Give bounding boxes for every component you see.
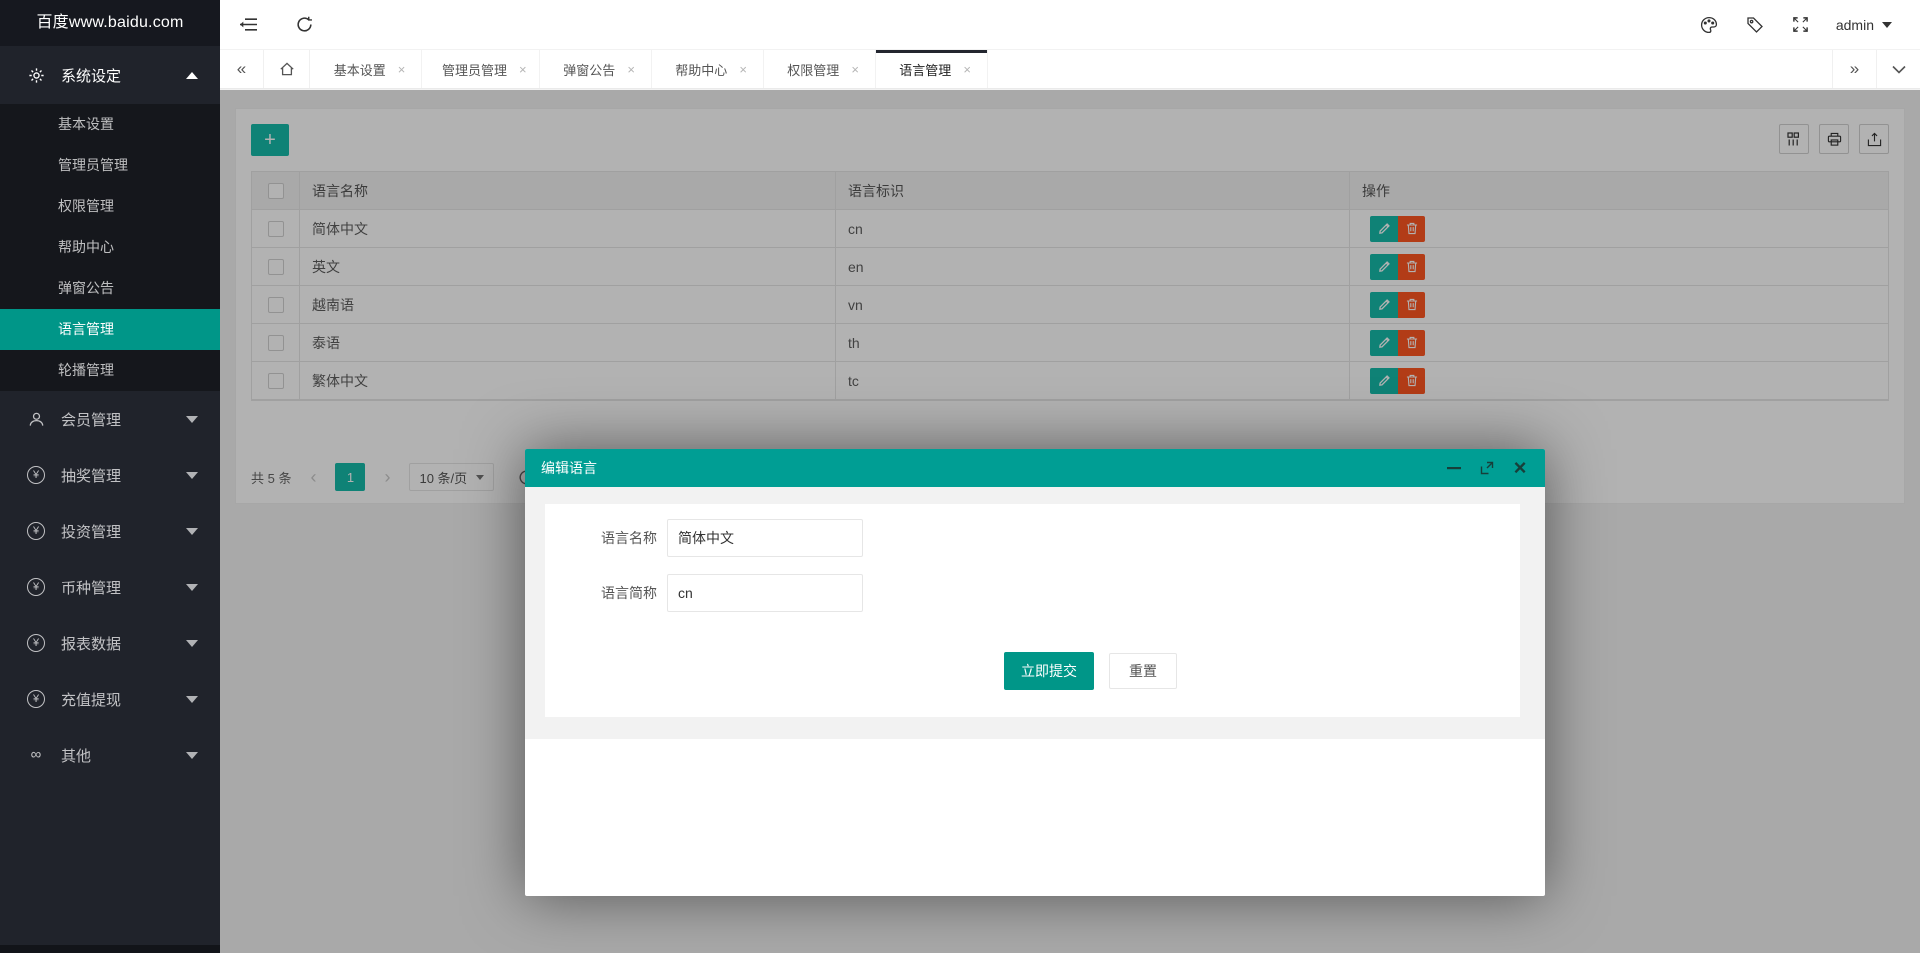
- sidebar-group-lottery[interactable]: ¥ 抽奖管理: [0, 447, 220, 503]
- user-menu[interactable]: admin: [1824, 0, 1920, 50]
- topbar: admin: [220, 0, 1920, 50]
- minimize-icon[interactable]: [1445, 459, 1463, 477]
- language-code-label: 语言简称: [601, 585, 657, 601]
- close-icon[interactable]: ×: [851, 62, 859, 77]
- sidebar-group-label: 报表数据: [61, 635, 122, 653]
- edit-language-form: 语言名称 语言简称 立即提交 重置: [545, 504, 1520, 717]
- tab-help-center[interactable]: 帮助中心 ×: [652, 50, 764, 88]
- tab-language-management[interactable]: 语言管理 ×: [875, 50, 988, 88]
- yen-icon: ¥: [26, 578, 46, 596]
- tabbar-right-controls: »: [1832, 50, 1920, 88]
- caret-down-icon: [186, 471, 198, 479]
- refresh-icon[interactable]: [276, 0, 332, 50]
- username: admin: [1835, 16, 1874, 33]
- sidebar-group-other[interactable]: ∞ 其他: [0, 727, 220, 783]
- sidebar-item-help-center[interactable]: 帮助中心: [0, 227, 220, 268]
- sidebar-item-language-management[interactable]: 语言管理: [0, 309, 220, 350]
- tab-label: 管理员管理: [442, 62, 508, 78]
- sidebar-item-carousel-management[interactable]: 轮播管理: [0, 350, 220, 391]
- gear-icon: [26, 67, 46, 84]
- sidebar-item-admin-management[interactable]: 管理员管理: [0, 145, 220, 186]
- sidebar-item-basic-settings[interactable]: 基本设置: [0, 104, 220, 145]
- content-area: + 语言名称 语言标识 操作 简体中文 cn 英文 en 越南语 vn 泰语 t…: [220, 90, 1920, 953]
- caret-down-icon: [186, 527, 198, 535]
- modal-controls: ×: [1445, 457, 1529, 479]
- modal-title: 编辑语言: [541, 460, 597, 476]
- close-icon[interactable]: ×: [739, 62, 747, 77]
- sidebar-group-investment[interactable]: ¥ 投资管理: [0, 503, 220, 559]
- app-logo: 百度www.baidu.com: [0, 0, 220, 46]
- sidebar-item-permission-management[interactable]: 权限管理: [0, 186, 220, 227]
- sidebar-group-label: 币种管理: [61, 579, 122, 597]
- modal-body: 语言名称 语言简称 立即提交 重置: [525, 487, 1545, 739]
- caret-down-icon: [186, 695, 198, 703]
- tabbar: « 基本设置 × 管理员管理 × 弹窗公告 × 帮助中心 × 权限管理 × 语言…: [220, 50, 1920, 89]
- language-code-input[interactable]: [667, 574, 863, 612]
- edit-language-modal: 编辑语言 × 语言名称 语言简称 立即提交 重置: [525, 449, 1545, 896]
- home-tab[interactable]: [264, 50, 310, 88]
- caret-down-icon: [186, 639, 198, 647]
- topbar-right: admin: [1686, 0, 1920, 50]
- tab-label: 弹窗公告: [563, 62, 616, 78]
- yen-icon: ¥: [26, 634, 46, 652]
- close-icon[interactable]: ×: [519, 62, 527, 77]
- language-name-input[interactable]: [667, 519, 863, 557]
- sidebar-group-currency[interactable]: ¥ 币种管理: [0, 559, 220, 615]
- tab-popup-notice[interactable]: 弹窗公告 ×: [540, 50, 652, 88]
- sidebar-group-label: 系统设定: [61, 67, 122, 85]
- infinity-icon: ∞: [30, 746, 42, 763]
- tab-admin-management[interactable]: 管理员管理 ×: [422, 50, 540, 88]
- modal-header[interactable]: 编辑语言 ×: [525, 449, 1545, 487]
- theme-palette-icon[interactable]: [1686, 0, 1732, 50]
- sidebar-footer: [0, 945, 220, 953]
- maximize-icon[interactable]: [1478, 459, 1496, 477]
- tabs-scroll-right-icon[interactable]: »: [1832, 50, 1876, 88]
- close-icon[interactable]: ×: [1511, 457, 1529, 479]
- user-icon: [26, 411, 46, 428]
- close-icon[interactable]: ×: [963, 62, 971, 77]
- tab-label: 语言管理: [899, 62, 952, 78]
- tab-label: 帮助中心: [675, 62, 728, 78]
- collapse-menu-icon[interactable]: [220, 0, 276, 50]
- tab-label: 基本设置: [333, 62, 386, 78]
- sidebar-group-reports[interactable]: ¥ 报表数据: [0, 615, 220, 671]
- tab-label: 权限管理: [787, 62, 840, 78]
- caret-down-icon: [186, 583, 198, 591]
- sidebar-group-deposit-withdraw[interactable]: ¥ 充值提现: [0, 671, 220, 727]
- yen-icon: ¥: [26, 690, 46, 708]
- tabs-scroll-left-icon[interactable]: «: [220, 50, 264, 88]
- tab-permission-management[interactable]: 权限管理 ×: [764, 50, 876, 88]
- close-icon[interactable]: ×: [398, 62, 406, 77]
- tab-basic-settings[interactable]: 基本设置 ×: [310, 50, 422, 88]
- sidebar-group-label: 抽奖管理: [61, 467, 122, 485]
- home-icon: [279, 62, 294, 76]
- reset-button[interactable]: 重置: [1109, 653, 1177, 689]
- sidebar-group-label: 充值提现: [61, 691, 122, 709]
- sidebar: 百度www.baidu.com 系统设定 基本设置 管理员管理 权限管理 帮助中…: [0, 0, 220, 953]
- caret-down-icon: [1882, 21, 1892, 28]
- close-icon[interactable]: ×: [627, 62, 635, 77]
- tabs-menu-icon[interactable]: [1876, 50, 1920, 88]
- yen-icon: ¥: [26, 522, 46, 540]
- caret-up-icon: [186, 71, 198, 79]
- sidebar-item-popup-notice[interactable]: 弹窗公告: [0, 268, 220, 309]
- sidebar-group-members[interactable]: 会员管理: [0, 391, 220, 447]
- caret-down-icon: [186, 415, 198, 423]
- sidebar-group-label: 投资管理: [61, 523, 122, 541]
- sidebar-group-system[interactable]: 系统设定: [0, 46, 220, 104]
- tag-icon[interactable]: [1732, 0, 1778, 50]
- caret-down-icon: [186, 751, 198, 759]
- sidebar-submenu: 基本设置 管理员管理 权限管理 帮助中心 弹窗公告 语言管理 轮播管理: [0, 104, 220, 391]
- yen-icon: ¥: [26, 466, 46, 484]
- submit-button[interactable]: 立即提交: [1004, 652, 1094, 690]
- sidebar-group-label: 会员管理: [61, 411, 122, 429]
- language-name-label: 语言名称: [601, 530, 657, 546]
- sidebar-group-label: 其他: [61, 747, 92, 765]
- fullscreen-icon[interactable]: [1778, 0, 1824, 50]
